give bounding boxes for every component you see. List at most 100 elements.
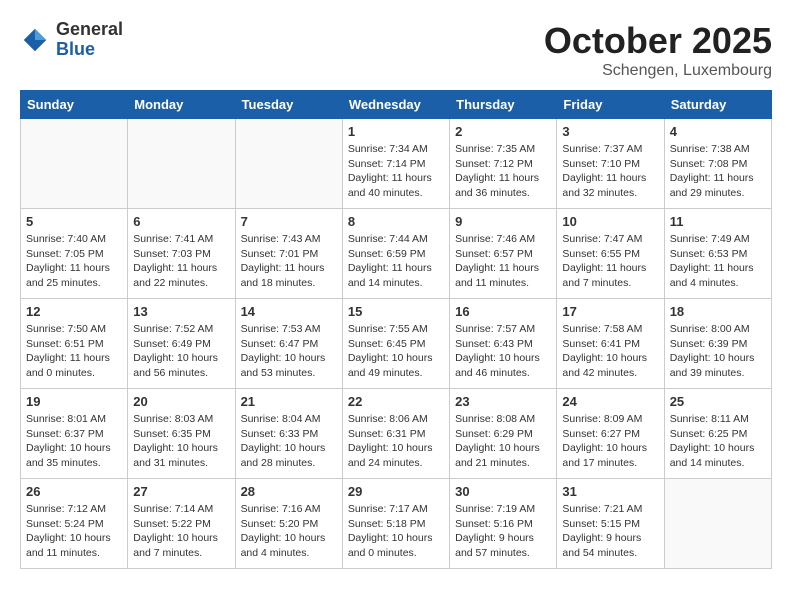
calendar-cell: 16Sunrise: 7:57 AM Sunset: 6:43 PM Dayli… — [450, 299, 557, 389]
day-number: 23 — [455, 394, 551, 409]
calendar-cell: 10Sunrise: 7:47 AM Sunset: 6:55 PM Dayli… — [557, 209, 664, 299]
day-info: Sunrise: 8:09 AM Sunset: 6:27 PM Dayligh… — [562, 412, 658, 471]
day-header-wednesday: Wednesday — [342, 91, 449, 119]
logo-blue-text: Blue — [56, 40, 123, 60]
calendar-cell: 24 Sunrise: 8:09 AM Sunset: 6:27 PM Dayli… — [557, 389, 664, 479]
day-info: Sunrise: 8:00 AM Sunset: 6:39 PM Dayligh… — [670, 322, 766, 381]
calendar-cell: 7Sunrise: 7:43 AM Sunset: 7:01 PM Daylig… — [235, 209, 342, 299]
day-number: 22 — [348, 394, 444, 409]
calendar-cell: 12 Sunrise: 7:50 AM Sunset: 6:51 PM Dayli… — [21, 299, 128, 389]
day-info: Sunrise: 7:19 AM Sunset: 5:16 PM Dayligh… — [455, 502, 551, 561]
day-number: 2 — [455, 124, 551, 139]
calendar-cell: 20 Sunrise: 8:03 AM Sunset: 6:35 PM Dayli… — [128, 389, 235, 479]
calendar-cell: 28Sunrise: 7:16 AM Sunset: 5:20 PM Dayli… — [235, 479, 342, 569]
day-header-thursday: Thursday — [450, 91, 557, 119]
week-row-1: 5 Sunrise: 7:40 AM Sunset: 7:05 PM Daylig… — [21, 209, 772, 299]
calendar-cell: 26 Sunrise: 7:12 AM Sunset: 5:24 PM Dayli… — [21, 479, 128, 569]
day-number: 30 — [455, 484, 551, 499]
calendar-cell: 6 Sunrise: 7:41 AM Sunset: 7:03 PM Daylig… — [128, 209, 235, 299]
day-number: 15 — [348, 304, 444, 319]
day-number: 11 — [670, 214, 766, 229]
calendar-cell: 17 Sunrise: 7:58 AM Sunset: 6:41 PM Dayli… — [557, 299, 664, 389]
calendar-cell: 4 Sunrise: 7:38 AM Sunset: 7:08 PM Daylig… — [664, 119, 771, 209]
day-number: 20 — [133, 394, 229, 409]
week-row-3: 19Sunrise: 8:01 AM Sunset: 6:37 PM Dayli… — [21, 389, 772, 479]
title-block: October 2025 Schengen, Luxembourg — [544, 20, 772, 80]
calendar-cell: 31Sunrise: 7:21 AM Sunset: 5:15 PM Dayli… — [557, 479, 664, 569]
day-header-monday: Monday — [128, 91, 235, 119]
day-info: Sunrise: 7:46 AM Sunset: 6:57 PM Dayligh… — [455, 232, 551, 291]
day-info: Sunrise: 7:57 AM Sunset: 6:43 PM Dayligh… — [455, 322, 551, 381]
day-info: Sunrise: 8:08 AM Sunset: 6:29 PM Dayligh… — [455, 412, 551, 471]
week-row-2: 12 Sunrise: 7:50 AM Sunset: 6:51 PM Dayli… — [21, 299, 772, 389]
day-number: 26 — [26, 484, 122, 499]
day-number: 6 — [133, 214, 229, 229]
day-header-tuesday: Tuesday — [235, 91, 342, 119]
day-info: Sunrise: 8:03 AM Sunset: 6:35 PM Dayligh… — [133, 412, 229, 471]
day-number: 29 — [348, 484, 444, 499]
day-info: Sunrise: 7:14 AM Sunset: 5:22 PM Dayligh… — [133, 502, 229, 561]
day-info: Sunrise: 7:44 AM Sunset: 6:59 PM Dayligh… — [348, 232, 444, 291]
day-number: 5 — [26, 214, 122, 229]
day-info: Sunrise: 7:43 AM Sunset: 7:01 PM Dayligh… — [241, 232, 337, 291]
day-info: Sunrise: 7:47 AM Sunset: 6:55 PM Dayligh… — [562, 232, 658, 291]
day-number: 17 — [562, 304, 658, 319]
week-row-0: 1Sunrise: 7:34 AM Sunset: 7:14 PM Daylig… — [21, 119, 772, 209]
day-info: Sunrise: 8:04 AM Sunset: 6:33 PM Dayligh… — [241, 412, 337, 471]
day-info: Sunrise: 8:06 AM Sunset: 6:31 PM Dayligh… — [348, 412, 444, 471]
calendar-cell: 11Sunrise: 7:49 AM Sunset: 6:53 PM Dayli… — [664, 209, 771, 299]
day-number: 18 — [670, 304, 766, 319]
day-number: 1 — [348, 124, 444, 139]
calendar-cell: 14 Sunrise: 7:53 AM Sunset: 6:47 PM Dayli… — [235, 299, 342, 389]
calendar-cell: 29Sunrise: 7:17 AM Sunset: 5:18 PM Dayli… — [342, 479, 449, 569]
day-info: Sunrise: 7:58 AM Sunset: 6:41 PM Dayligh… — [562, 322, 658, 381]
week-row-4: 26 Sunrise: 7:12 AM Sunset: 5:24 PM Dayli… — [21, 479, 772, 569]
day-info: Sunrise: 7:35 AM Sunset: 7:12 PM Dayligh… — [455, 142, 551, 201]
day-number: 24 — [562, 394, 658, 409]
calendar-cell: 25Sunrise: 8:11 AM Sunset: 6:25 PM Dayli… — [664, 389, 771, 479]
day-info: Sunrise: 7:41 AM Sunset: 7:03 PM Dayligh… — [133, 232, 229, 291]
calendar-cell: 27Sunrise: 7:14 AM Sunset: 5:22 PM Dayli… — [128, 479, 235, 569]
day-info: Sunrise: 7:21 AM Sunset: 5:15 PM Dayligh… — [562, 502, 658, 561]
day-number: 8 — [348, 214, 444, 229]
month-title: October 2025 — [544, 20, 772, 62]
day-header-sunday: Sunday — [21, 91, 128, 119]
calendar-cell: 30 Sunrise: 7:19 AM Sunset: 5:16 PM Dayli… — [450, 479, 557, 569]
day-number: 21 — [241, 394, 337, 409]
day-info: Sunrise: 8:11 AM Sunset: 6:25 PM Dayligh… — [670, 412, 766, 471]
calendar-cell: 8 Sunrise: 7:44 AM Sunset: 6:59 PM Daylig… — [342, 209, 449, 299]
calendar-cell — [128, 119, 235, 209]
header-row: SundayMondayTuesdayWednesdayThursdayFrid… — [21, 91, 772, 119]
day-info: Sunrise: 7:40 AM Sunset: 7:05 PM Dayligh… — [26, 232, 122, 291]
calendar-cell: 15 Sunrise: 7:55 AM Sunset: 6:45 PM Dayli… — [342, 299, 449, 389]
location: Schengen, Luxembourg — [544, 62, 772, 80]
day-number: 19 — [26, 394, 122, 409]
day-number: 12 — [26, 304, 122, 319]
day-number: 14 — [241, 304, 337, 319]
calendar-cell: 22 Sunrise: 8:06 AM Sunset: 6:31 PM Dayli… — [342, 389, 449, 479]
calendar-cell: 9Sunrise: 7:46 AM Sunset: 6:57 PM Daylig… — [450, 209, 557, 299]
calendar-cell: 5 Sunrise: 7:40 AM Sunset: 7:05 PM Daylig… — [21, 209, 128, 299]
day-info: Sunrise: 7:12 AM Sunset: 5:24 PM Dayligh… — [26, 502, 122, 561]
logo-text: General Blue — [56, 20, 123, 60]
day-number: 3 — [562, 124, 658, 139]
day-info: Sunrise: 7:38 AM Sunset: 7:08 PM Dayligh… — [670, 142, 766, 201]
calendar-cell: 19Sunrise: 8:01 AM Sunset: 6:37 PM Dayli… — [21, 389, 128, 479]
day-info: Sunrise: 7:50 AM Sunset: 6:51 PM Dayligh… — [26, 322, 122, 381]
day-info: Sunrise: 7:53 AM Sunset: 6:47 PM Dayligh… — [241, 322, 337, 381]
calendar-cell — [21, 119, 128, 209]
calendar-cell — [664, 479, 771, 569]
logo: General Blue — [20, 20, 123, 60]
calendar-cell: 18 Sunrise: 8:00 AM Sunset: 6:39 PM Dayli… — [664, 299, 771, 389]
calendar-cell: 21 Sunrise: 8:04 AM Sunset: 6:33 PM Dayli… — [235, 389, 342, 479]
day-info: Sunrise: 7:55 AM Sunset: 6:45 PM Dayligh… — [348, 322, 444, 381]
day-number: 13 — [133, 304, 229, 319]
logo-general-text: General — [56, 20, 123, 40]
day-info: Sunrise: 7:52 AM Sunset: 6:49 PM Dayligh… — [133, 322, 229, 381]
day-number: 4 — [670, 124, 766, 139]
day-header-saturday: Saturday — [664, 91, 771, 119]
calendar-table: SundayMondayTuesdayWednesdayThursdayFrid… — [20, 90, 772, 569]
calendar-cell: 2 Sunrise: 7:35 AM Sunset: 7:12 PM Daylig… — [450, 119, 557, 209]
calendar-cell: 1Sunrise: 7:34 AM Sunset: 7:14 PM Daylig… — [342, 119, 449, 209]
day-number: 28 — [241, 484, 337, 499]
